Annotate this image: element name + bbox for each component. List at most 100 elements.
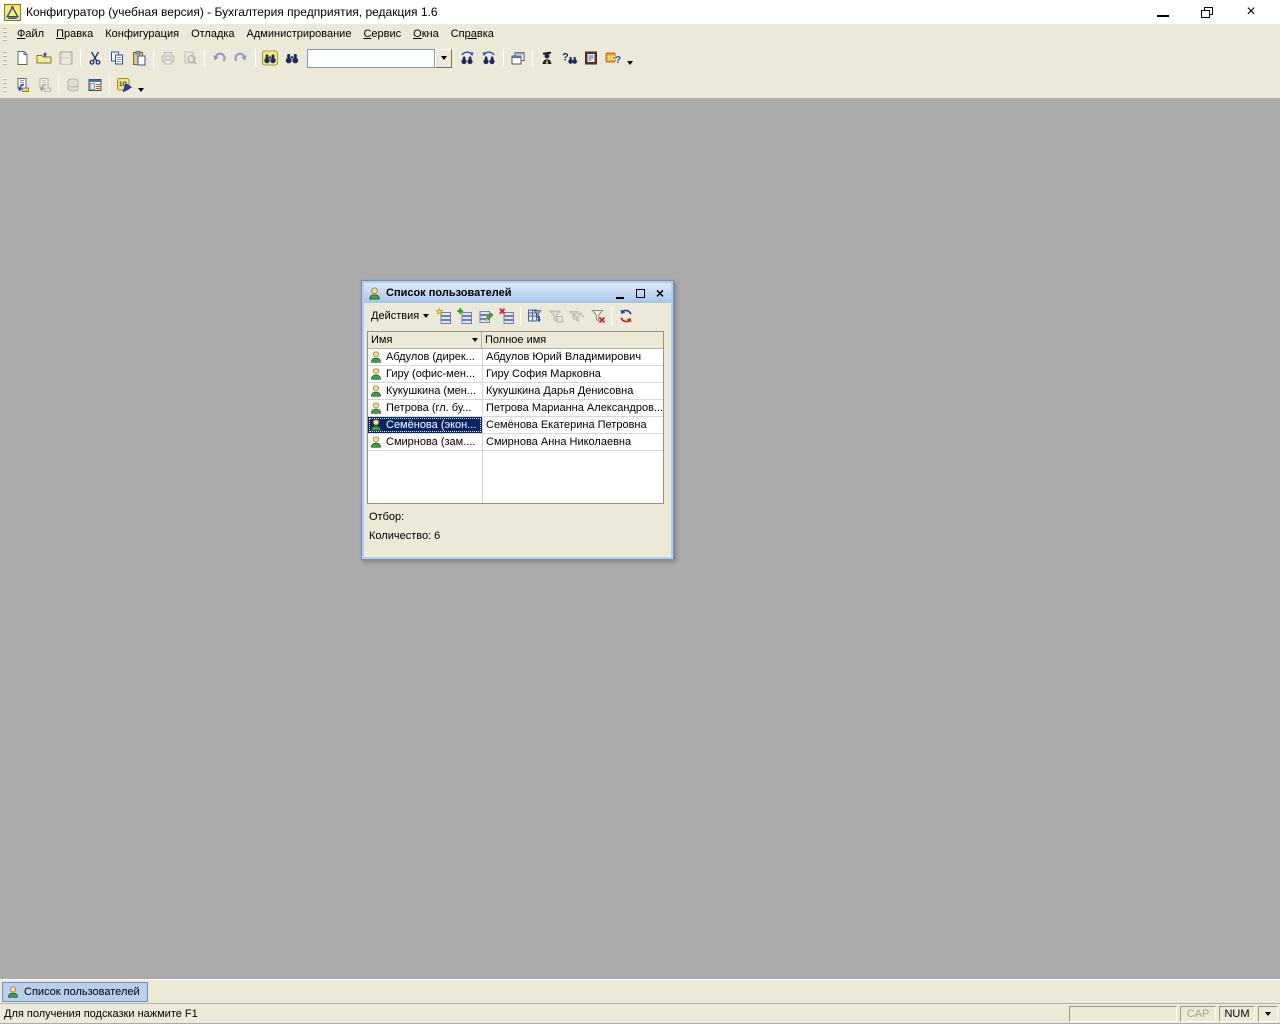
column-header-fullname[interactable]: Полное имя	[482, 332, 663, 349]
minimize-button[interactable]	[1148, 2, 1178, 22]
minimize-icon	[1157, 15, 1169, 17]
update-db-configuration-button[interactable]	[62, 74, 84, 96]
chevron-down-icon	[440, 56, 447, 60]
redo-button[interactable]	[230, 47, 252, 69]
user-name: Семёнова (экон...	[386, 419, 477, 431]
table-row[interactable]: Петрова (гл. бу... Петрова Марианна Алек…	[368, 400, 663, 417]
save-icon	[59, 51, 73, 65]
add-user-button[interactable]	[433, 305, 454, 326]
delete-user-button[interactable]	[496, 305, 517, 326]
chevron-down-icon	[472, 338, 478, 342]
copy-item-icon	[456, 307, 472, 324]
separator	[503, 49, 504, 67]
actions-menu-button[interactable]: Действия	[366, 308, 433, 324]
refresh-button[interactable]	[615, 305, 636, 326]
edit-pencil-icon	[479, 310, 494, 323]
svg-text:?: ?	[562, 52, 569, 64]
paste-button[interactable]	[128, 47, 150, 69]
close-button[interactable]: ×	[1236, 2, 1266, 22]
svg-text:?: ?	[615, 55, 621, 66]
start-1c-enterprise-button[interactable]: 1С	[113, 74, 135, 96]
about-1c-help-icon: 1С?	[605, 52, 621, 66]
help-search-button[interactable]: ?	[558, 47, 580, 69]
table-row[interactable]: Гиру (офис-мен... Гиру София Марковна	[368, 366, 663, 383]
restore-button[interactable]	[1192, 2, 1222, 22]
save-button[interactable]	[55, 47, 77, 69]
toolbar2-overflow-button[interactable]	[135, 74, 147, 96]
copy-user-button[interactable]	[454, 305, 475, 326]
about-1c-help-button[interactable]: 1С?	[602, 47, 624, 69]
user-list-close-button[interactable]: ×	[652, 286, 668, 301]
user-icon	[371, 351, 381, 363]
table-row-selected[interactable]: Семёнова (экон... Семёнова Екатерина Пет…	[368, 417, 663, 434]
user-table[interactable]: Имя Полное имя Абдулов (дирек... Абдулов…	[367, 331, 664, 504]
sort-dropdown-button[interactable]	[472, 338, 478, 342]
user-list-body: Имя Полное имя Абдулов (дирек... Абдулов…	[364, 328, 671, 557]
open-configuration-button[interactable]	[11, 74, 33, 96]
menu-file[interactable]: Файл	[11, 26, 50, 42]
syntax-helper-button[interactable]	[536, 47, 558, 69]
menu-configuration[interactable]: Конфигурация	[99, 26, 185, 42]
configuration-window-button[interactable]	[84, 74, 106, 96]
search-input[interactable]	[307, 48, 435, 68]
menubar-grip[interactable]	[3, 26, 7, 42]
chevron-down-icon	[423, 313, 430, 318]
copy-button[interactable]	[106, 47, 128, 69]
user-list-maximize-button[interactable]	[632, 286, 648, 301]
clear-filter-icon	[591, 309, 605, 323]
taskbar-button-user-list[interactable]: Список пользователей	[2, 981, 148, 1002]
toolbar1-overflow-button[interactable]	[624, 47, 636, 69]
column-header-name[interactable]: Имя	[368, 332, 482, 349]
configuration-toolbar: 1С	[0, 72, 1280, 99]
search-dropdown-button[interactable]	[435, 48, 452, 68]
open-folder-icon	[36, 52, 52, 64]
separator	[109, 76, 110, 94]
refresh-icon	[620, 309, 632, 322]
menu-debug[interactable]: Отладка	[185, 26, 240, 42]
maximize-icon	[635, 288, 645, 298]
toolbar1-grip[interactable]	[3, 50, 7, 66]
save-configuration-button[interactable]	[33, 74, 55, 96]
help-search-icon: ?	[562, 52, 577, 64]
open-button[interactable]	[33, 47, 55, 69]
print-preview-button[interactable]	[179, 47, 201, 69]
menu-edit[interactable]: Правка	[50, 26, 99, 42]
new-document-button[interactable]	[11, 47, 33, 69]
table-row[interactable]: Абдулов (дирек... Абдулов Юрий Владимиро…	[368, 349, 663, 366]
user-list-titlebar[interactable]: Список пользователей ×	[364, 283, 671, 303]
undo-button[interactable]	[208, 47, 230, 69]
menu-windows[interactable]: Окна	[407, 26, 445, 42]
separator	[532, 49, 533, 67]
edit-user-button[interactable]	[475, 305, 496, 326]
user-list-window[interactable]: Список пользователей × Действия Имя Полн…	[361, 280, 674, 560]
find-next-button[interactable]	[456, 47, 478, 69]
new-document-icon	[17, 51, 28, 65]
user-full-name: Абдулов Юрий Владимирович	[486, 351, 642, 363]
user-icon	[8, 985, 18, 998]
menu-administration[interactable]: Администрирование	[241, 26, 358, 42]
configuration-window-icon	[88, 79, 102, 91]
toolbar2-grip[interactable]	[3, 77, 7, 93]
print-button[interactable]	[157, 47, 179, 69]
user-list-title: Список пользователей	[386, 287, 512, 299]
set-filter-sort-button[interactable]	[524, 305, 545, 326]
menu-service[interactable]: Сервис	[357, 26, 407, 42]
find-button[interactable]	[281, 47, 303, 69]
filter-label: Отбор:	[369, 511, 405, 523]
clear-filter-button[interactable]	[587, 305, 608, 326]
table-row[interactable]: Смирнова (зам.... Смирнова Анна Николаев…	[368, 434, 663, 451]
user-list-minimize-button[interactable]	[612, 286, 628, 301]
help-contents-button[interactable]	[580, 47, 602, 69]
table-row[interactable]: Кукушкина (мен... Кукушкина Дарья Денисо…	[368, 383, 663, 400]
filter-by-value-button[interactable]	[545, 305, 566, 326]
filter-history-button[interactable]	[566, 305, 587, 326]
chevron-down-icon	[138, 88, 144, 92]
menu-help[interactable]: Справка	[445, 26, 500, 42]
windows-cascade-button[interactable]	[507, 47, 529, 69]
find-previous-button[interactable]	[478, 47, 500, 69]
statusbar-options-button[interactable]	[1258, 1005, 1278, 1022]
add-icon	[435, 307, 451, 324]
global-search-button[interactable]	[259, 47, 281, 69]
taskbar-button-label: Список пользователей	[24, 985, 140, 998]
cut-button[interactable]	[84, 47, 106, 69]
